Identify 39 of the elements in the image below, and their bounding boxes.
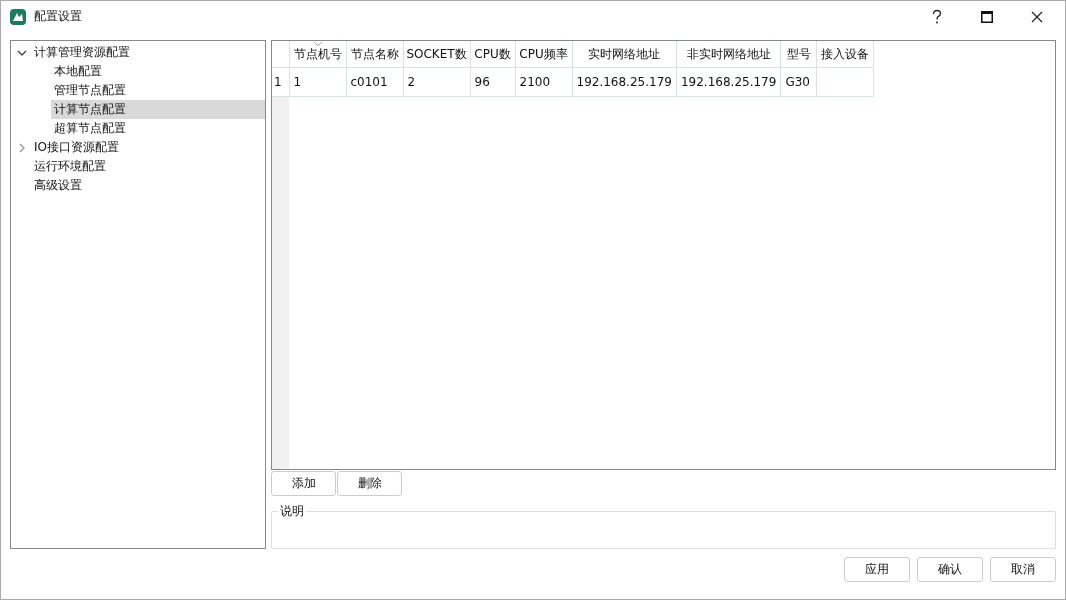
tree-item[interactable]: 计算节点配置 — [51, 100, 265, 119]
app-logo-icon — [10, 8, 26, 25]
table-cell: 2100 — [515, 67, 572, 97]
maximize-icon[interactable] — [981, 10, 993, 23]
chevron-down-icon[interactable] — [17, 48, 27, 57]
close-icon[interactable] — [1031, 10, 1043, 23]
table-cell: 2 — [403, 67, 470, 97]
table-cell: 192.168.25.179 — [676, 67, 781, 97]
tree-item[interactable]: 计算管理资源配置 — [11, 43, 265, 62]
dialog-button[interactable]: 取消 — [990, 557, 1056, 582]
tree-item[interactable]: 高级设置 — [11, 176, 265, 195]
dialog-button[interactable]: 确认 — [917, 557, 983, 582]
column-header[interactable]: 非实时网络地址 — [676, 41, 781, 68]
column-header[interactable]: 接入设备 — [816, 41, 874, 68]
table-cell — [816, 67, 874, 97]
chevron-right-icon[interactable] — [17, 142, 27, 153]
column-header[interactable]: 型号 — [780, 41, 817, 68]
table-cell: 192.168.25.179 — [572, 67, 677, 97]
column-header[interactable]: 实时网络地址 — [572, 41, 677, 68]
action-button[interactable]: 删除 — [337, 471, 402, 497]
table-cell: 1 — [289, 67, 346, 97]
column-header[interactable]: 节点机号 — [289, 41, 346, 68]
group-label: 说明 — [279, 503, 305, 521]
column-header[interactable]: CPU数 — [470, 41, 515, 68]
tree-item[interactable]: 管理节点配置 — [51, 81, 265, 100]
tree-item[interactable]: 超算节点配置 — [51, 119, 265, 138]
column-header[interactable]: 节点名称 — [346, 41, 403, 68]
tree-item[interactable]: 本地配置 — [51, 62, 265, 81]
column-header[interactable]: SOCKET数 — [403, 41, 470, 68]
window-title: 配置设置 — [34, 8, 82, 25]
action-button[interactable]: 添加 — [271, 471, 336, 497]
sort-indicator-icon — [313, 42, 322, 46]
tree-item[interactable]: IO接口资源配置 — [11, 138, 265, 157]
help-icon[interactable] — [931, 8, 943, 25]
dialog-button[interactable]: 应用 — [844, 557, 910, 582]
table-cell: c0101 — [346, 67, 403, 97]
column-header[interactable]: CPU频率 — [515, 41, 572, 68]
tree-item[interactable]: 运行环境配置 — [11, 157, 265, 176]
row-number: 1 — [272, 67, 289, 97]
